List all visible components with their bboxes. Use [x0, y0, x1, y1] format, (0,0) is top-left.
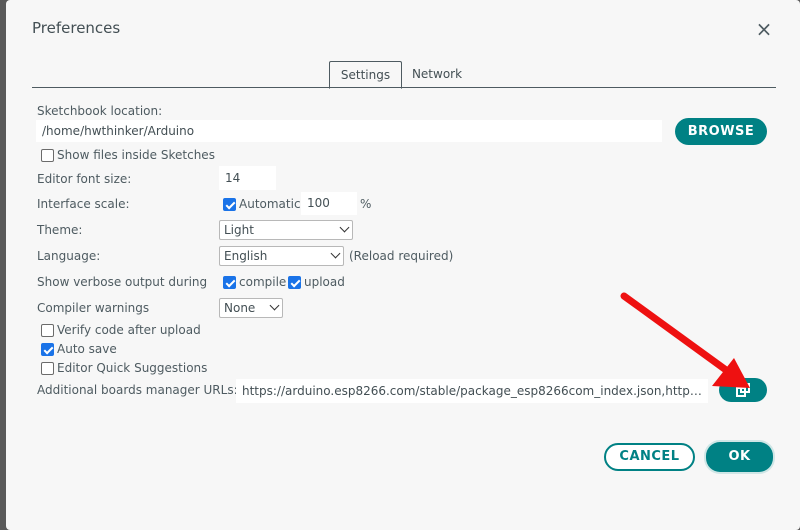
- annotation-arrow: [620, 292, 750, 388]
- interface-scale-input[interactable]: 100: [301, 192, 357, 215]
- verbose-compile-label: compile: [239, 275, 287, 289]
- theme-label: Theme:: [37, 223, 83, 237]
- verbose-upload-label: upload: [304, 275, 345, 289]
- browse-button[interactable]: BROWSE: [675, 118, 767, 145]
- verbose-upload-checkbox[interactable]: [288, 276, 301, 289]
- compiler-warnings-select[interactable]: None: [219, 298, 283, 318]
- close-icon[interactable]: ×: [752, 18, 776, 42]
- boards-urls-label: Additional boards manager URLs:: [37, 383, 238, 397]
- automatic-scale-checkbox[interactable]: [223, 198, 236, 211]
- sketchbook-path-input[interactable]: /home/hwthinker/Arduino: [36, 120, 662, 142]
- reload-note: (Reload required): [349, 249, 454, 263]
- chevron-down-icon: [330, 248, 341, 259]
- theme-selected-value: Light: [224, 223, 254, 237]
- font-size-input[interactable]: 14: [219, 166, 276, 190]
- ok-button[interactable]: OK: [706, 442, 773, 472]
- cancel-button[interactable]: CANCEL: [604, 443, 695, 471]
- compiler-warnings-selected-value: None: [224, 301, 256, 315]
- chevron-down-icon: [339, 222, 350, 233]
- dialog-title: Preferences: [32, 19, 121, 37]
- auto-save-label: Auto save: [57, 342, 117, 356]
- font-size-label: Editor font size:: [37, 172, 132, 186]
- show-files-label: Show files inside Sketches: [57, 148, 215, 162]
- language-selected-value: English: [224, 249, 268, 263]
- tab-divider: [32, 87, 776, 88]
- verbose-compile-checkbox[interactable]: [223, 276, 236, 289]
- show-files-checkbox[interactable]: [41, 149, 54, 162]
- interface-scale-label: Interface scale:: [37, 197, 130, 211]
- language-label: Language:: [37, 249, 101, 263]
- auto-save-checkbox[interactable]: [41, 343, 54, 356]
- automatic-scale-label: Automatic: [239, 197, 301, 211]
- tab-settings[interactable]: Settings: [329, 61, 402, 89]
- percent-unit: %: [360, 197, 372, 211]
- language-select[interactable]: English: [219, 246, 344, 266]
- chevron-down-icon: [269, 300, 280, 311]
- verify-checkbox[interactable]: [41, 324, 54, 337]
- verify-label: Verify code after upload: [57, 323, 201, 337]
- quick-suggestions-label: Editor Quick Suggestions: [57, 361, 208, 375]
- verbose-label: Show verbose output during: [37, 275, 208, 289]
- sketchbook-label: Sketchbook location:: [37, 104, 163, 118]
- tab-network[interactable]: Network: [405, 61, 469, 87]
- preferences-dialog: Preferences × Settings Network Sketchboo…: [6, 0, 800, 530]
- compiler-warnings-label: Compiler warnings: [37, 301, 150, 315]
- quick-suggestions-checkbox[interactable]: [41, 362, 54, 375]
- theme-select[interactable]: Light: [219, 220, 353, 240]
